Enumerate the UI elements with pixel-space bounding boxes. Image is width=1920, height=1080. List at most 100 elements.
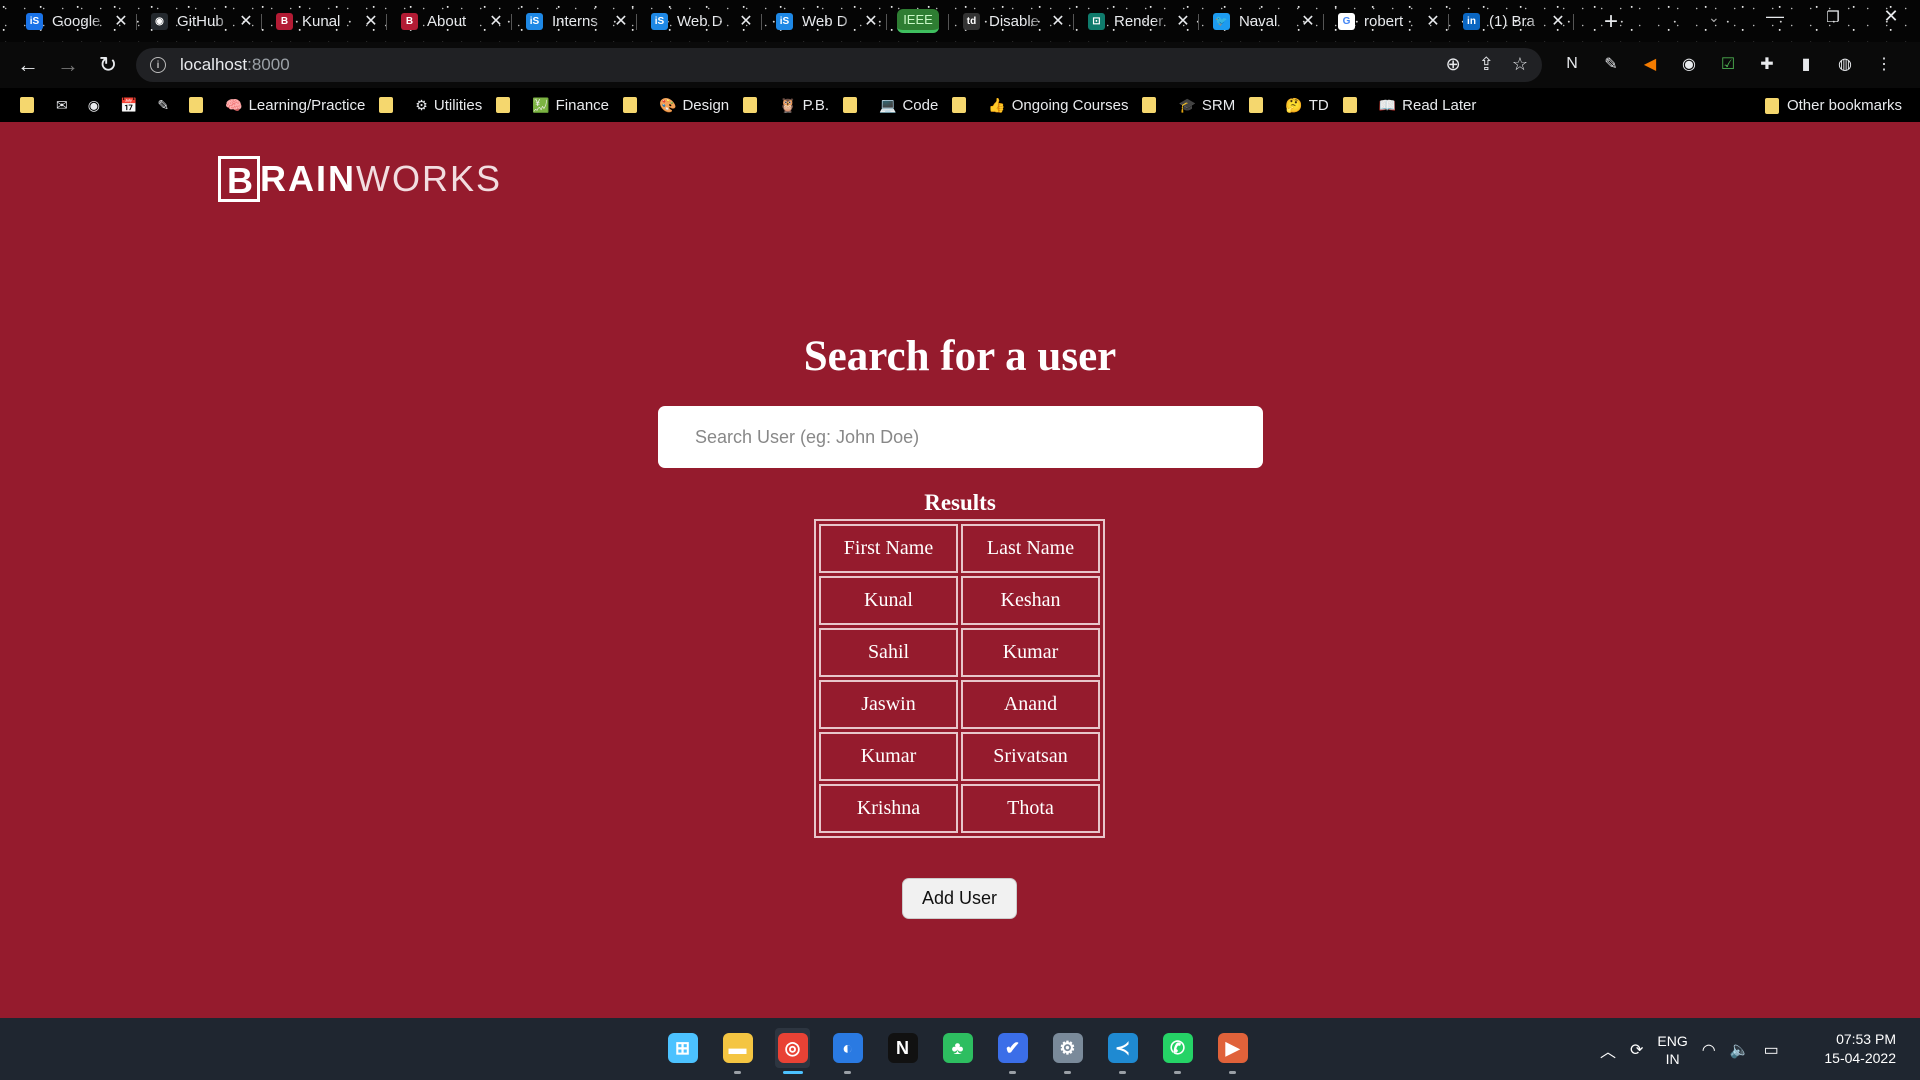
browser-tab[interactable]: iS Web D ✕	[762, 6, 887, 36]
new-tab-button[interactable]: +	[1598, 8, 1624, 36]
volume-icon[interactable]: 🔈	[1730, 1040, 1750, 1060]
tab-close-icon[interactable]: ✕	[488, 11, 504, 31]
browser-tab[interactable]: ⊡ Render ✕	[1074, 6, 1199, 36]
browser-tab[interactable]: B About ✕	[387, 6, 512, 36]
back-arrow-icon[interactable]: ←	[14, 52, 42, 78]
side-panel-icon[interactable]: ▮	[1794, 52, 1818, 76]
running-indicator	[1229, 1071, 1236, 1074]
forward-arrow-icon[interactable]: →	[54, 52, 82, 78]
tab-close-icon[interactable]: ✕	[863, 11, 879, 31]
bookmark-item[interactable]: 🤔 TD	[1285, 97, 1328, 114]
search-user-input[interactable]	[658, 406, 1263, 468]
bookmark-item[interactable]: 🎓 SRM	[1178, 97, 1235, 114]
battery-icon[interactable]: ▭	[1764, 1040, 1779, 1060]
taskbar-app[interactable]: ▶	[1215, 1028, 1250, 1074]
firefox-icon: ◐	[832, 1033, 863, 1063]
wifi-icon[interactable]: ◠	[1702, 1040, 1716, 1060]
bookmark-label: P.B.	[802, 96, 830, 114]
bookmark-item[interactable]	[743, 97, 765, 113]
pen-extension-icon[interactable]: ✎	[1599, 52, 1623, 76]
evernote-icon: ♣	[942, 1033, 973, 1063]
taskbar-app[interactable]: ◐	[830, 1028, 865, 1074]
browser-tab[interactable]: in (1) Bra ✕	[1449, 6, 1574, 36]
bookmark-item[interactable]: 📖 Read Later	[1379, 97, 1477, 114]
browser-tab[interactable]: iS Web D ✕	[637, 6, 762, 36]
notion-extension-icon[interactable]: N	[1560, 52, 1584, 76]
zoom-icon[interactable]: ⊕	[1446, 54, 1461, 75]
bookmark-item[interactable]: 🧠 Learning/Practice	[225, 97, 365, 114]
bookmark-item[interactable]	[843, 97, 865, 113]
taskbar-app[interactable]: ✔	[995, 1028, 1030, 1074]
bookmark-item[interactable]	[496, 97, 518, 113]
tab-close-icon[interactable]: ✕	[613, 11, 629, 31]
bookmark-item[interactable]: ✎	[157, 97, 175, 114]
menu-kebab-icon[interactable]: ⋮	[1872, 52, 1896, 76]
bookmark-item[interactable]: 🦉 P.B.	[779, 97, 829, 114]
taskbar-app[interactable]: ♣	[940, 1028, 975, 1068]
bookmark-item[interactable]: 💹 Finance	[532, 97, 609, 114]
other-bookmarks[interactable]: Other bookmarks	[1764, 97, 1902, 114]
tab-close-icon[interactable]: ✕	[238, 11, 254, 31]
reload-icon[interactable]: ↻	[94, 52, 122, 78]
taskbar-app[interactable]: ◎	[775, 1028, 810, 1074]
bookmark-star-icon[interactable]: ☆	[1512, 54, 1528, 75]
bookmark-item[interactable]	[623, 97, 645, 113]
browser-tab[interactable]: 🐦 Naval ✕	[1199, 6, 1324, 36]
extensions-puzzle-icon[interactable]: ✚	[1755, 52, 1779, 76]
profile-avatar-icon[interactable]: ◍	[1833, 52, 1857, 76]
bookmark-item[interactable]: ◉	[88, 97, 106, 114]
tab-close-icon[interactable]: ✕	[363, 11, 379, 31]
site-info-icon[interactable]: i	[150, 57, 166, 73]
bookmark-item[interactable]: 📅	[120, 97, 143, 114]
bookmark-item[interactable]: 💻 Code	[879, 97, 938, 114]
restore-icon[interactable]: ❐	[1818, 8, 1848, 26]
add-user-button[interactable]: Add User	[902, 878, 1017, 919]
browser-tab[interactable]: ◉ GitHub ✕	[137, 6, 262, 36]
bookmark-item[interactable]	[20, 97, 42, 113]
language-indicator[interactable]: ENG IN	[1657, 1032, 1687, 1068]
todo-extension-icon[interactable]: ☑	[1716, 52, 1740, 76]
tab-close-icon[interactable]: ✕	[1050, 11, 1066, 31]
taskbar-app[interactable]: N	[885, 1028, 920, 1068]
eye-extension-icon[interactable]: ◉	[1677, 52, 1701, 76]
browser-tab[interactable]: B Kunal ✕	[262, 6, 387, 36]
speaker-extension-icon[interactable]: ◀	[1638, 52, 1662, 76]
bookmark-item[interactable]	[1142, 97, 1164, 113]
browser-tab[interactable]: iS Interns ✕	[512, 6, 637, 36]
browser-tab[interactable]: td Disable ✕	[949, 6, 1074, 36]
url-text[interactable]: localhost:8000	[180, 55, 290, 75]
bookmark-item[interactable]	[1342, 97, 1365, 113]
close-window-icon[interactable]: ✕	[1876, 6, 1906, 27]
tab-search-chevron-icon[interactable]: ⌄	[1708, 9, 1720, 26]
browser-tab[interactable]: iS Google ✕	[12, 6, 137, 36]
bookmark-item[interactable]: ✉	[56, 97, 74, 114]
tab-group-chip[interactable]: IEEE	[887, 6, 949, 36]
bookmark-item[interactable]	[379, 97, 401, 113]
tab-close-icon[interactable]: ✕	[1300, 11, 1316, 31]
bookmark-item[interactable]	[952, 97, 974, 113]
bookmark-item[interactable]: 👍 Ongoing Courses	[988, 97, 1128, 114]
show-hidden-icons-chevron-icon[interactable]: ︿	[1600, 1038, 1616, 1062]
tab-close-icon[interactable]: ✕	[113, 11, 129, 31]
taskbar-app[interactable]: ≺	[1105, 1028, 1140, 1074]
bookmark-item[interactable]: 🎨 Design	[659, 97, 729, 114]
tab-close-icon[interactable]: ✕	[1550, 11, 1566, 31]
tab-close-icon[interactable]: ✕	[1425, 11, 1441, 31]
taskbar-app[interactable]: ✆	[1160, 1028, 1195, 1074]
bookmark-item[interactable]	[1249, 97, 1271, 113]
tab-close-icon[interactable]: ✕	[738, 11, 754, 31]
bookmark-item[interactable]: ⚙ Utilities	[415, 97, 482, 114]
share-icon[interactable]: ⇪	[1479, 54, 1494, 75]
bookmark-item[interactable]	[189, 97, 211, 113]
clock[interactable]: 07:53 PM 15-04-2022	[1824, 1030, 1896, 1068]
tab-title: Kunal	[302, 12, 341, 30]
tab-close-icon[interactable]: ✕	[1175, 11, 1191, 31]
brainworks-logo[interactable]: B RAIN WORKS	[218, 156, 502, 202]
sync-icon[interactable]: ⟳	[1630, 1040, 1643, 1060]
taskbar-app[interactable]: ▬	[720, 1028, 755, 1074]
taskbar-app[interactable]: ⊞	[665, 1028, 700, 1068]
address-bar[interactable]: i localhost:8000 ⊕ ⇪ ☆	[136, 48, 1542, 82]
taskbar-app[interactable]: ⚙	[1050, 1028, 1085, 1074]
minimize-icon[interactable]: —	[1760, 6, 1790, 27]
browser-tab[interactable]: Grobert ✕	[1324, 6, 1449, 36]
